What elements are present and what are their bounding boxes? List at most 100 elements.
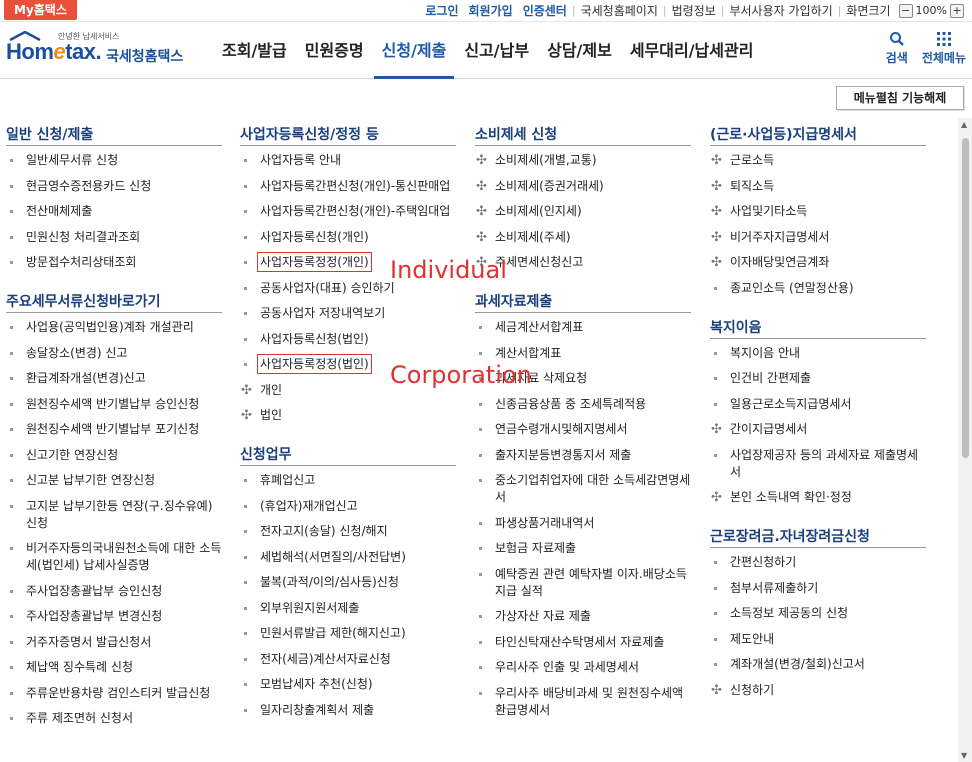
menu-item-expandable[interactable]: ✣ 소비제세(인지세) bbox=[475, 203, 691, 220]
menu-item[interactable]: 연금수령개시및해지명세서 bbox=[475, 421, 691, 438]
menu-item[interactable]: 복지이음 안내 bbox=[710, 345, 926, 362]
menu-item[interactable]: 예탁증권 관련 예탁자별 이자.배당소득지급 실적 bbox=[475, 566, 691, 600]
dept-user-signup-link[interactable]: 부서사용자 가입하기 bbox=[729, 2, 832, 19]
menu-item[interactable]: 공동사업자 저장내역보기 bbox=[240, 305, 456, 322]
menu-item[interactable]: 사업자등록간편신청(개인)-주택임대업 bbox=[240, 203, 456, 220]
bullet-icon bbox=[479, 351, 482, 355]
menu-item[interactable]: 중소기업취업자에 대한 소득세감면명세서 bbox=[475, 472, 691, 506]
menu-item[interactable]: 계좌개설(변경/철회)신고서 bbox=[710, 656, 926, 673]
menu-item[interactable]: 원천징수세액 반기별납부 포기신청 bbox=[6, 421, 222, 438]
menu-item[interactable]: 가상자산 자료 제출 bbox=[475, 608, 691, 625]
menu-item-expandable[interactable]: ✣ 소비제세(개별,교통) bbox=[475, 152, 691, 169]
menu-item[interactable]: 휴폐업신고 bbox=[240, 472, 456, 489]
menu-item[interactable]: 전산매체제출 bbox=[6, 203, 222, 220]
hometax-logo[interactable]: 안녕한 납세서비스 Hometax. 국세청홈택스 bbox=[6, 29, 196, 69]
menu-item[interactable]: 일용근로소득지급명세서 bbox=[710, 396, 926, 413]
scroll-down-arrow-icon[interactable]: ▼ bbox=[961, 751, 967, 760]
menu-item[interactable]: 방문접수처리상태조회 bbox=[6, 254, 222, 271]
menu-unfold-toggle-button[interactable]: 메뉴펼침 기능해제 bbox=[836, 86, 964, 110]
menu-item-expandable[interactable]: ✣ 이자배당및연금계좌 bbox=[710, 254, 926, 271]
my-hometax-button[interactable]: My홈택스 bbox=[4, 0, 77, 20]
menu-item[interactable]: 환급계좌개설(변경)신고 bbox=[6, 370, 222, 387]
menu-item[interactable]: 인건비 간편제출 bbox=[710, 370, 926, 387]
menu-item[interactable]: 보험금 자료제출 bbox=[475, 540, 691, 557]
menu-item[interactable]: (휴업자)재개업신고 bbox=[240, 498, 456, 515]
menu-item[interactable]: 전자고지(송달) 신청/해지 bbox=[240, 523, 456, 540]
menu-item-expandable[interactable]: ✣ 주세면세신청신고 bbox=[475, 254, 691, 271]
menu-item[interactable]: 우리사주 인출 및 과세명세서 bbox=[475, 659, 691, 676]
menu-item[interactable]: 사업장제공자 등의 과세자료 제출명세서 bbox=[710, 447, 926, 481]
menu-item[interactable]: 계산서합계표 bbox=[475, 345, 691, 362]
law-info-link[interactable]: 법령정보 bbox=[672, 2, 716, 19]
menu-item[interactable]: 일반세무서류 신청 bbox=[6, 152, 222, 169]
menu-item[interactable]: 거주자증명서 발급신청서 bbox=[6, 634, 222, 651]
scroll-thumb[interactable] bbox=[962, 138, 969, 458]
menu-item[interactable]: 세법해석(서면질의/사전답변) bbox=[240, 549, 456, 566]
menu-item[interactable]: 체납액 징수특례 신청 bbox=[6, 659, 222, 676]
zoom-out-button[interactable]: − bbox=[898, 3, 913, 18]
menu-item[interactable]: 일자리창출계획서 제출 bbox=[240, 702, 456, 719]
menu-item[interactable]: 소득정보 제공동의 신청 bbox=[710, 605, 926, 622]
menu-item[interactable]: 주사업장총괄납부 승인신청 bbox=[6, 583, 222, 600]
gnb-inquiry[interactable]: 조회/발급 bbox=[214, 23, 295, 79]
menu-item[interactable]: 비거주자등의국내원천소득에 대한 소득세(법인세) 납세사실증명 bbox=[6, 540, 222, 574]
menu-item[interactable]: 원천징수세액 반기별납부 승인신청 bbox=[6, 396, 222, 413]
menu-item[interactable]: 신고분 납부기한 연장신청 bbox=[6, 472, 222, 489]
menu-item[interactable]: 민원신청 처리결과조회 bbox=[6, 229, 222, 246]
menu-item[interactable]: 사업자등록간편신청(개인)-통신판매업 bbox=[240, 178, 456, 195]
divider: | bbox=[720, 4, 725, 17]
menu-item-expandable[interactable]: ✣ 본인 소득내역 확인·정정 bbox=[710, 489, 926, 506]
menu-item-expandable[interactable]: ✣ 비거주자지급명세서 bbox=[710, 229, 926, 246]
menu-item[interactable]: 현금영수증전용카드 신청 bbox=[6, 178, 222, 195]
global-nav: 조회/발급 민원증명 신청/제출 신고/납부 상담/제보 세무대리/납세관리 bbox=[214, 23, 763, 79]
menu-item-expandable[interactable]: ✣ 소비제세(증권거래세) bbox=[475, 178, 691, 195]
nts-homepage-link[interactable]: 국세청홈페이지 bbox=[581, 2, 658, 19]
menu-item[interactable]: 제도안내 bbox=[710, 631, 926, 648]
menu-item[interactable]: 사업자등록신청(법인) bbox=[240, 331, 456, 348]
menu-item[interactable]: 고지분 납부기한등 연장(구.징수유예) 신청 bbox=[6, 498, 222, 532]
menu-item[interactable]: 타인신탁재산수탁명세서 자료제출 bbox=[475, 634, 691, 651]
menu-item-expandable[interactable]: ✣ 법인 bbox=[240, 407, 456, 424]
scroll-up-arrow-icon[interactable]: ▲ bbox=[961, 120, 967, 129]
gnb-report-pay[interactable]: 신고/납부 bbox=[456, 23, 537, 79]
gnb-tax-agent[interactable]: 세무대리/납세관리 bbox=[622, 23, 762, 79]
menu-item[interactable]: 사업자등록신청(개인) bbox=[240, 229, 456, 246]
menu-item-expandable[interactable]: ✣ 사업및기타소득 bbox=[710, 203, 926, 220]
menu-item[interactable]: 사업자등록 안내 bbox=[240, 152, 456, 169]
menu-item[interactable]: 첨부서류제출하기 bbox=[710, 580, 926, 597]
menu-item[interactable]: 전자(세금)계산서자료신청 bbox=[240, 651, 456, 668]
cert-center-link[interactable]: 인증센터 bbox=[523, 2, 567, 19]
menu-item[interactable]: 민원서류발급 제한(해지신고) bbox=[240, 625, 456, 642]
menu-item[interactable]: 불복(과적/이의/심사등)신청 bbox=[240, 574, 456, 591]
menu-item[interactable]: 주사업장총괄납부 변경신청 bbox=[6, 608, 222, 625]
plus-icon: ✣ bbox=[711, 422, 722, 437]
gnb-consult[interactable]: 상담/제보 bbox=[539, 23, 620, 79]
menu-item[interactable]: 외부위원지원서제출 bbox=[240, 600, 456, 617]
menu-item[interactable]: 세금계산서합계표 bbox=[475, 319, 691, 336]
gnb-application[interactable]: 신청/제출 bbox=[373, 23, 455, 79]
menu-item[interactable]: 모범납세자 추천(신청) bbox=[240, 676, 456, 693]
menu-item[interactable]: 간편신청하기 bbox=[710, 554, 926, 571]
vertical-scrollbar[interactable]: ▲ ▼ bbox=[958, 118, 972, 762]
gnb-civil-cert[interactable]: 민원증명 bbox=[297, 23, 372, 79]
menu-item[interactable]: 송달장소(변경) 신고 bbox=[6, 345, 222, 362]
menu-item[interactable]: 주류 제조면허 신청서 bbox=[6, 710, 222, 727]
menu-item[interactable]: 신종금융상품 중 조세특례적용 bbox=[475, 396, 691, 413]
search-button[interactable]: 검색 bbox=[886, 31, 908, 66]
zoom-in-button[interactable]: + bbox=[950, 3, 964, 18]
menu-item-expandable[interactable]: ✣ 퇴직소득 bbox=[710, 178, 926, 195]
menu-item-expandable[interactable]: ✣ 신청하기 bbox=[710, 682, 926, 699]
all-menu-button[interactable]: 전체메뉴 bbox=[922, 31, 966, 66]
menu-item[interactable]: 주류운반용차량 검인스티커 발급신청 bbox=[6, 685, 222, 702]
menu-item-expandable[interactable]: ✣ 소비제세(주세) bbox=[475, 229, 691, 246]
login-link[interactable]: 로그인 bbox=[425, 2, 458, 19]
menu-item-expandable[interactable]: ✣ 간이지급명세서 bbox=[710, 421, 926, 438]
menu-item[interactable]: 출자지분등변경통지서 제출 bbox=[475, 447, 691, 464]
menu-item-expandable[interactable]: ✣ 근로소득 bbox=[710, 152, 926, 169]
menu-item[interactable]: 우리사주 배당비과세 및 원천징수세액 환급명세서 bbox=[475, 685, 691, 719]
menu-item[interactable]: 파생상품거래내역서 bbox=[475, 515, 691, 532]
signup-link[interactable]: 회원가입 bbox=[469, 2, 513, 19]
menu-item[interactable]: 사업용(공익법인용)계좌 개설관리 bbox=[6, 319, 222, 336]
menu-item[interactable]: 종교인소득 (연말정산용) bbox=[710, 280, 926, 297]
menu-item[interactable]: 신고기한 연장신청 bbox=[6, 447, 222, 464]
